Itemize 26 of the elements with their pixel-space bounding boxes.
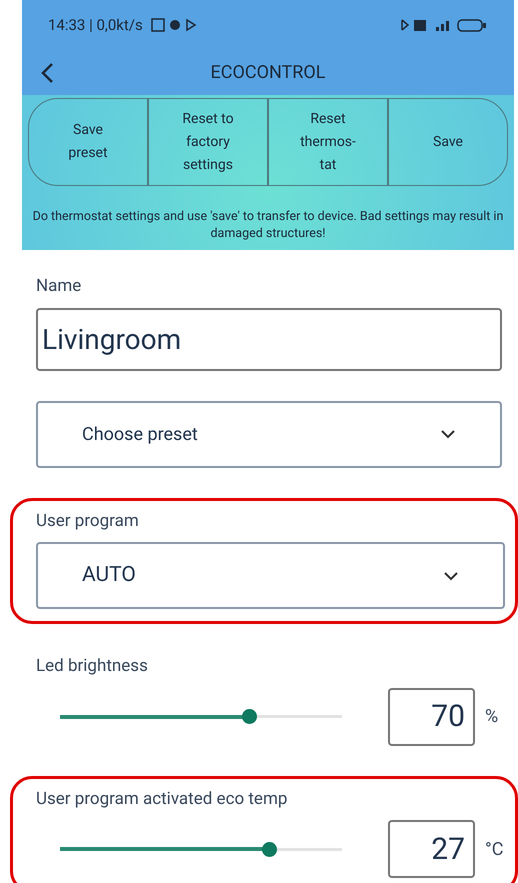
chevron-down-icon [443, 570, 459, 580]
unit-label: % [485, 705, 498, 729]
field-label: User program [36, 510, 140, 532]
slider[interactable] [60, 708, 342, 724]
unit-label: °C [485, 838, 504, 862]
slider[interactable] [60, 841, 342, 857]
name-input[interactable]: Livingroom [36, 308, 502, 370]
select-dropdown[interactable]: AUTO [36, 542, 505, 609]
value-input[interactable]: 27 [388, 820, 475, 878]
toolbar-button[interactable]: Save preset [29, 99, 147, 185]
chevron-down-icon [440, 429, 456, 439]
toolbar-button[interactable]: Reset to factory settings [147, 99, 267, 185]
notice-text: Do thermostat settings and use 'save' to transfer to device. Bad settings may result in damaged structures! [32, 208, 504, 242]
status-icons [150, 18, 199, 32]
slider-thumb[interactable] [262, 842, 277, 856]
field-label: User program activated eco temp [36, 788, 288, 810]
app-title: ECOCONTROL [210, 61, 326, 85]
select-dropdown[interactable]: Choose preset [36, 400, 502, 468]
back-icon[interactable] [40, 62, 54, 84]
slider-thumb[interactable] [242, 709, 257, 724]
value-input[interactable]: 70 [388, 688, 475, 746]
status-time: 14:33 | 0,0kt/s [48, 14, 143, 36]
toolbar-button[interactable]: Save [387, 99, 507, 185]
field-label: Name [36, 275, 82, 298]
toolbar-button[interactable]: Reset thermos-tat [267, 99, 387, 185]
field-label: Led brightness [36, 655, 149, 678]
